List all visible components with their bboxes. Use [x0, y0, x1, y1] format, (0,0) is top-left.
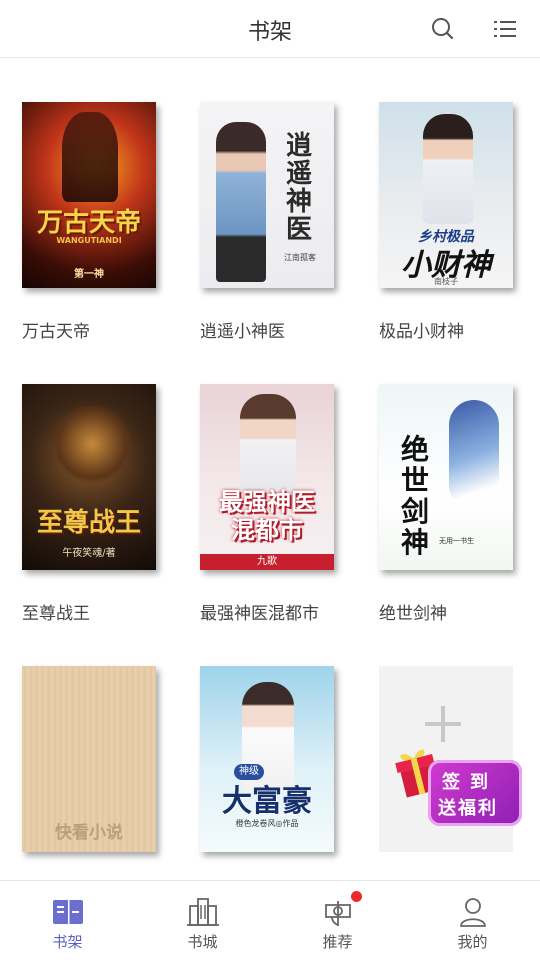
book-cover[interactable]: 逍遥神医 江南孤客 [200, 102, 334, 288]
recommend-icon [325, 901, 351, 926]
cover-author: 橙色龙卷风◎作品 [235, 819, 299, 828]
book-cover[interactable]: 快看小说 [22, 666, 156, 852]
tab-label: 推荐 [322, 933, 353, 951]
cover-title: 逍遥神医 [286, 131, 313, 245]
tab-bookstore[interactable]: 书城 [135, 881, 270, 960]
cover-author: 第一神 [74, 269, 104, 280]
book-cover[interactable]: 万古天帝 WANGUTIANDI 第一神 [22, 102, 156, 288]
tab-bookshelf[interactable]: 书架 [0, 881, 135, 960]
tab-label: 我的 [457, 933, 488, 951]
book-title: 绝世剑神 [379, 604, 447, 624]
book-cover[interactable]: 神级 大富豪 橙色龙卷风◎作品 [200, 666, 334, 852]
cover-title: 混都市 [231, 515, 303, 544]
promo-line1: 签到 [442, 772, 498, 793]
tab-recommend[interactable]: 推荐 [270, 881, 405, 960]
search-icon [432, 18, 454, 40]
cover-author: 江南孤客 [284, 253, 316, 262]
cover-author: 午夜笑魂/著 [62, 548, 116, 559]
list-menu-icon [494, 21, 516, 37]
cover-figure [52, 404, 132, 484]
cover-title: 万古天帝 [36, 208, 141, 238]
sign-in-promo[interactable]: 签到 送福利 [390, 738, 526, 830]
bookstore-building-icon [187, 898, 219, 926]
tab-label: 书城 [187, 933, 218, 951]
cover-title: 至尊战王 [36, 508, 141, 538]
cover-figure [240, 394, 296, 494]
cover-title: 快看小说 [55, 823, 123, 843]
book-title: 最强神医混都市 [200, 604, 319, 624]
cover-subtitle: WANGUTIANDI [56, 236, 122, 245]
cover-title: 绝世剑神 [401, 433, 430, 559]
tab-label: 书架 [52, 933, 83, 951]
bottom-tab-bar: 书架 书城 推荐 我的 [0, 880, 540, 960]
cover-figure [216, 122, 266, 282]
tab-profile[interactable]: 我的 [405, 881, 540, 960]
cover-author: 南枝子 [434, 277, 458, 286]
top-bar: 书架 [0, 0, 540, 58]
book-cover[interactable]: 绝世剑神 无用一书生 [379, 384, 513, 570]
promo-line2: 送福利 [438, 798, 498, 819]
profile-icon [460, 898, 486, 927]
page-title: 书架 [247, 20, 292, 45]
cover-author: 无用一书生 [439, 537, 474, 545]
bookshelf-icon [53, 900, 83, 924]
search-button[interactable] [428, 14, 458, 44]
notification-dot [351, 891, 362, 902]
promo-badge: 签到 送福利 [428, 760, 522, 826]
cover-figure [423, 114, 473, 224]
book-cover[interactable]: 至尊战王 午夜笑魂/著 [22, 384, 156, 570]
book-cover[interactable]: 乡村极品 小财神 南枝子 [379, 102, 513, 288]
cover-author-band: 九歌 [200, 554, 334, 570]
book-title: 万古天帝 [22, 322, 90, 342]
book-title: 逍遥小神医 [200, 322, 285, 342]
cover-figure [449, 400, 499, 510]
cover-title: 大富豪 [222, 784, 312, 819]
book-title: 极品小财神 [379, 322, 464, 342]
book-cover[interactable]: 最强神医 混都市 九歌 [200, 384, 334, 570]
book-title: 至尊战王 [22, 604, 90, 624]
cover-figure [62, 112, 118, 202]
cover-author: 九歌 [257, 556, 277, 567]
menu-button[interactable] [490, 14, 520, 44]
